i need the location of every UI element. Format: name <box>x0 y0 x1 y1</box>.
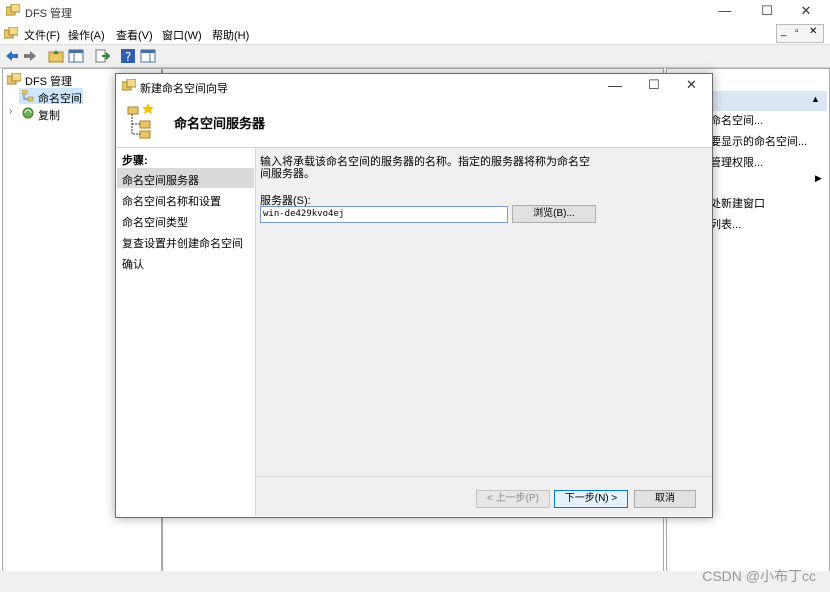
cancel-button[interactable]: 取消 <box>634 490 696 508</box>
collapse-up-arrow-icon[interactable]: ▲ <box>811 94 820 104</box>
tree-label-namespace: 命名空间 <box>38 93 82 105</box>
new-namespace-wizard-dialog: 新建命名空间向导 — ☐ ✕ 命名空间服务器 步骤: 命名空间服务器 命名空间名… <box>115 73 713 518</box>
minimize-button[interactable]: — <box>705 0 745 22</box>
dialog-title: 新建命名空间向导 <box>140 83 228 95</box>
dfs-root-icon <box>7 73 21 85</box>
dialog-app-icon <box>122 79 136 91</box>
close-button[interactable]: ✕ <box>786 0 826 22</box>
dialog-titlebar: 新建命名空间向导 — ☐ ✕ <box>116 74 712 97</box>
tree-root-dfs[interactable]: DFS 管理 <box>25 73 72 89</box>
show-hide-tree-icon[interactable] <box>68 48 84 64</box>
toolbar: ? <box>0 44 830 68</box>
main-titlebar: DFS 管理 — ☐ ✕ <box>0 0 830 22</box>
previous-button[interactable]: < 上一步(P) <box>476 490 550 508</box>
window-title: DFS 管理 <box>25 8 73 20</box>
steps-label: 步骤: <box>122 155 148 167</box>
namespace-icon <box>22 90 34 102</box>
dialog-header-title: 命名空间服务器 <box>174 116 266 131</box>
dialog-close-button[interactable]: ✕ <box>686 77 697 93</box>
menu-window[interactable]: 窗口(W) <box>162 27 202 43</box>
dialog-minimize-button[interactable]: — <box>608 77 622 93</box>
step-namespace-server: 命名空间服务器 <box>122 175 199 187</box>
next-button[interactable]: 下一步(N) > <box>554 490 628 508</box>
console-icon <box>4 27 18 39</box>
menu-help[interactable]: 帮助(H) <box>212 27 249 43</box>
help-icon[interactable]: ? <box>120 48 136 64</box>
browse-button[interactable]: 浏览(B)... <box>512 205 596 223</box>
dialog-header: 命名空间服务器 <box>116 97 712 148</box>
csdn-watermark: CSDN @小布丁cc <box>702 568 816 584</box>
svg-text:?: ? <box>125 50 131 64</box>
menu-view[interactable]: 查看(V) <box>116 27 153 43</box>
step-confirmation: 确认 <box>122 259 144 271</box>
maximize-button[interactable]: ☐ <box>747 0 787 22</box>
dfs-app-icon <box>6 4 20 16</box>
mdi-minimize-button[interactable]: _ <box>781 26 787 37</box>
back-arrow-icon[interactable] <box>4 48 20 64</box>
mdi-restore-button[interactable]: ▫ <box>795 26 799 37</box>
menu-action[interactable]: 操作(A) <box>68 27 105 43</box>
mdi-close-button[interactable]: ✕ <box>809 26 817 37</box>
namespace-wizard-icon <box>127 103 154 139</box>
menu-bar: 文件(F) 操作(A) 查看(V) 窗口(W) 帮助(H) <box>0 23 830 43</box>
tree-item-namespace[interactable]: 命名空间 <box>19 88 83 105</box>
step-review-settings: 复查设置并创建命名空间 <box>122 238 243 250</box>
footer-divider <box>256 476 712 477</box>
action-new-namespace[interactable]: 命名空间... <box>710 112 763 128</box>
action-delegate-permissions[interactable]: 管理权限... <box>710 154 763 170</box>
step-namespace-type: 命名空间类型 <box>122 217 188 229</box>
submenu-arrow-icon[interactable]: ▶ <box>815 173 822 184</box>
show-hide-action-pane-icon[interactable] <box>140 48 156 64</box>
menu-file[interactable]: 文件(F) <box>24 27 60 43</box>
dialog-maximize-button[interactable]: ☐ <box>648 77 660 93</box>
tree-item-replication[interactable]: 复制 <box>38 107 60 123</box>
up-folder-icon[interactable] <box>48 48 64 64</box>
action-new-window[interactable]: 处新建窗口 <box>710 195 765 211</box>
server-name-input[interactable]: win-de429kvo4ej <box>260 206 508 223</box>
forward-arrow-icon[interactable] <box>22 48 38 64</box>
mdi-controls: _ ▫ ✕ <box>776 24 824 43</box>
replication-icon <box>22 107 34 119</box>
step-namespace-name: 命名空间名称和设置 <box>122 196 221 208</box>
action-display-namespaces[interactable]: 要显示的命名空间... <box>710 133 807 149</box>
export-list-icon[interactable] <box>94 48 110 64</box>
wizard-content-panel: 输入将承载该命名空间的服务器的名称。指定的服务器将称为命名空间服务器。 服务器(… <box>256 148 712 516</box>
expand-chevron-icon[interactable]: › <box>9 106 12 117</box>
action-export-list[interactable]: 列表... <box>710 216 741 232</box>
description-text: 输入将承载该命名空间的服务器的名称。指定的服务器将称为命名空间服务器。 <box>260 156 590 180</box>
